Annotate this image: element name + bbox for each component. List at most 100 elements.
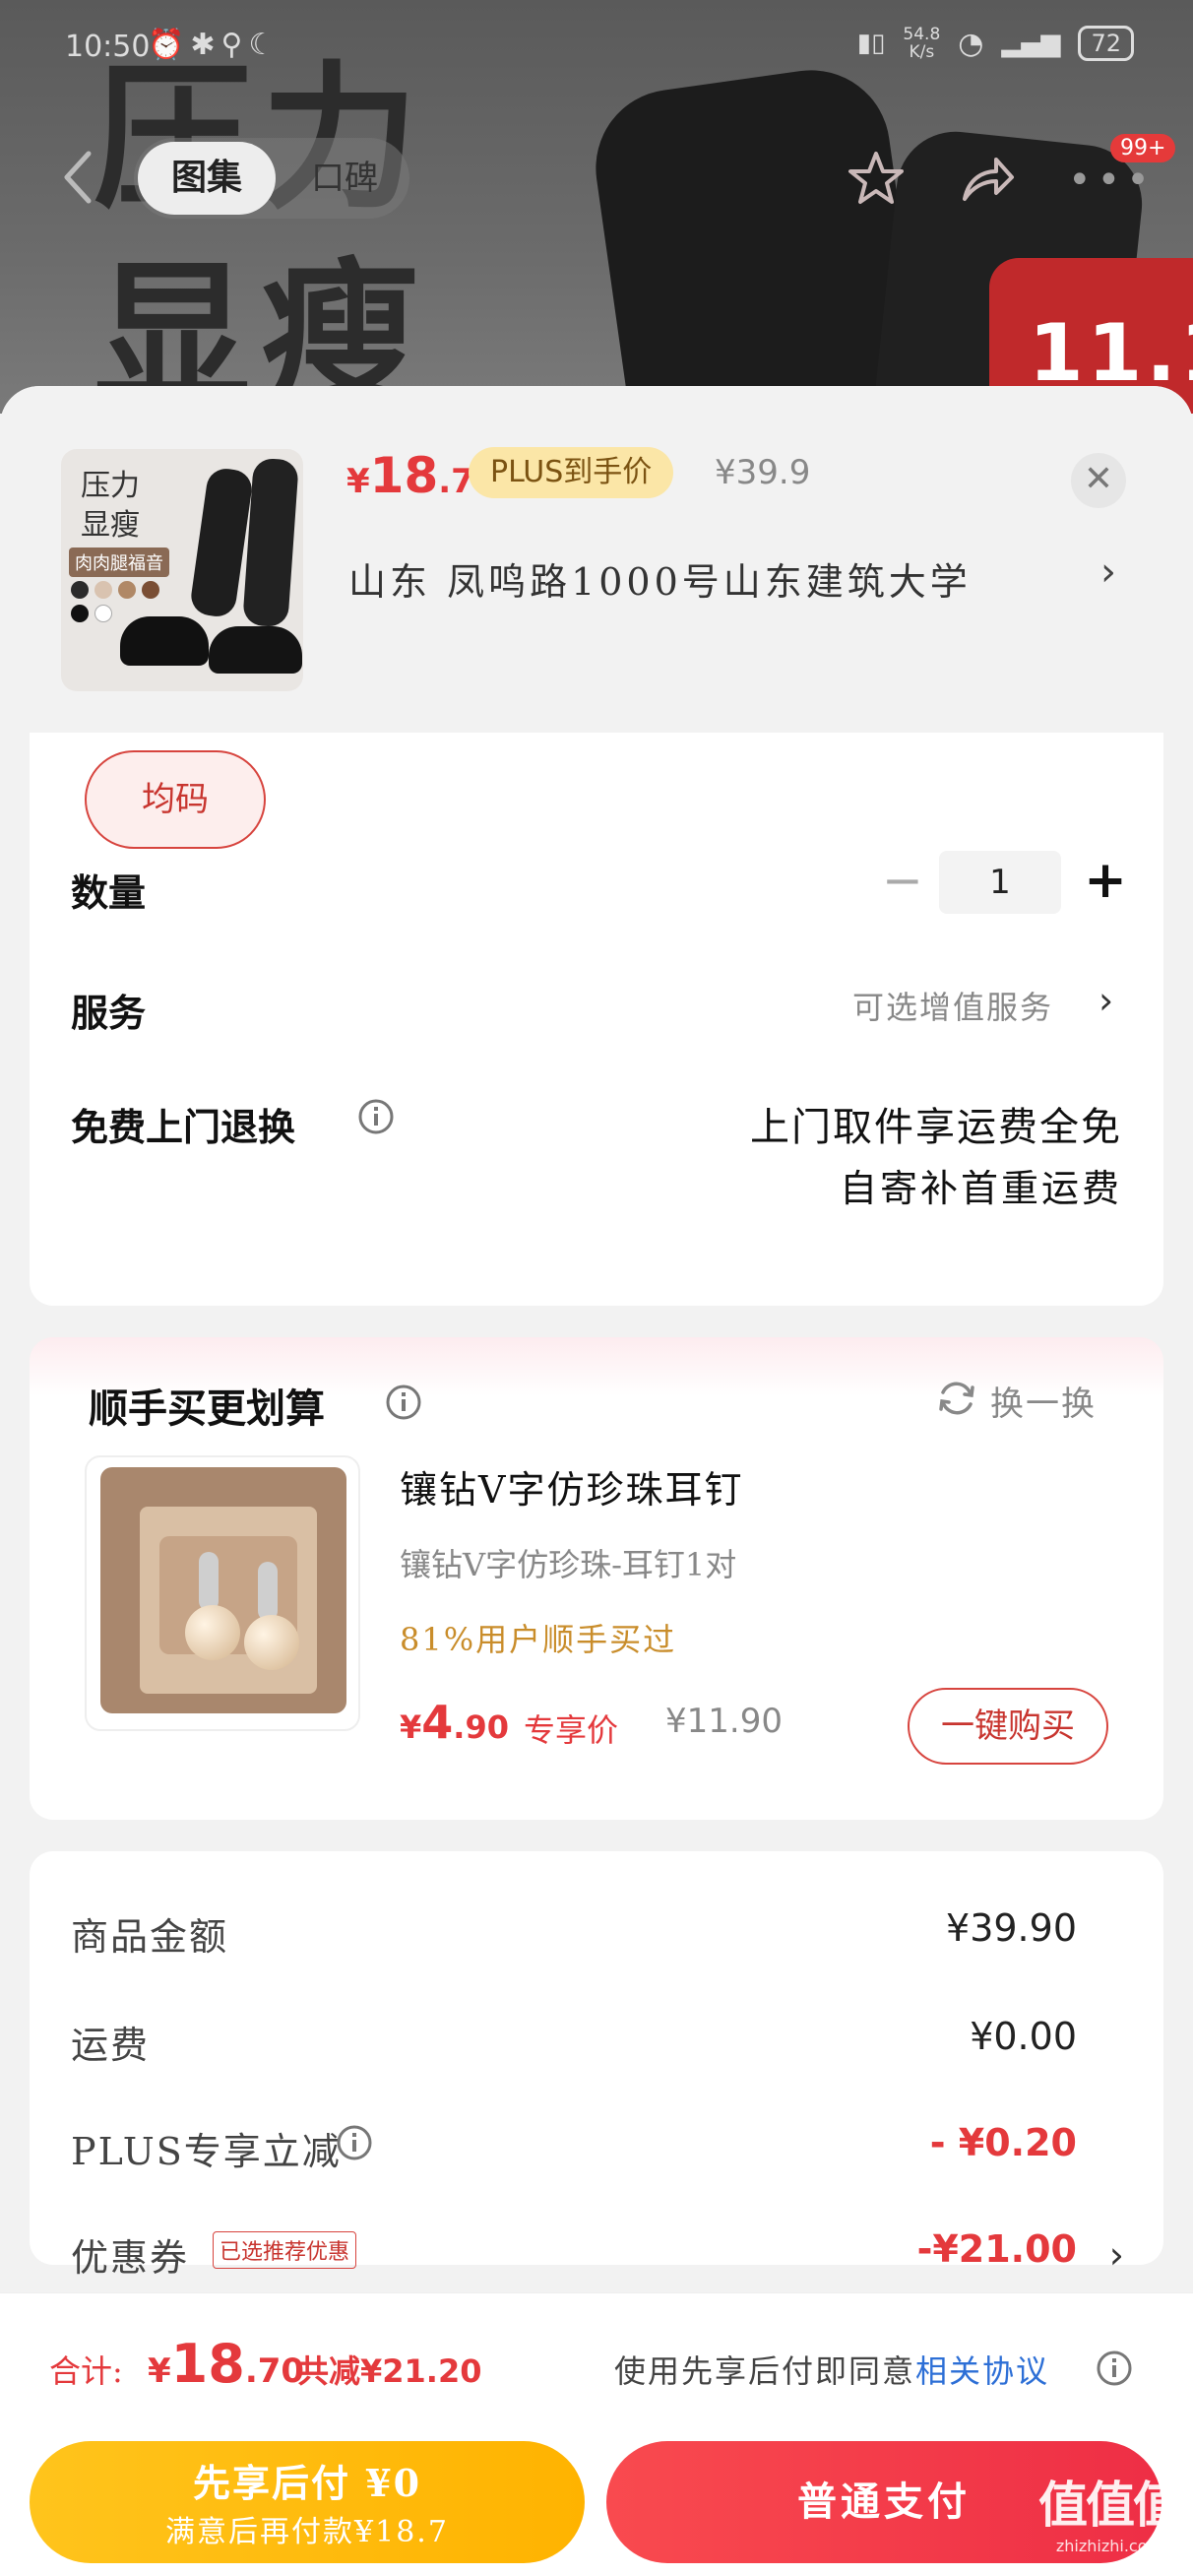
upsell-price-symbol: ¥: [400, 1708, 422, 1746]
plus-price-tag: PLUS到手价: [469, 447, 674, 498]
shipping-value: ¥0.00: [970, 2015, 1077, 2058]
price-integer: 18: [369, 447, 439, 504]
site-watermark: 值值值 zhizhizhi.com: [1036, 2466, 1183, 2564]
back-icon[interactable]: [59, 148, 98, 207]
share-icon[interactable]: [955, 148, 1018, 211]
status-right-group: ▮▯ 54.8 K/s ◔ ▂▄▆ 72: [857, 26, 1134, 61]
free-return-label: 免费上门退换: [71, 1105, 296, 1149]
thumb-tag: 肉肉腿福音: [69, 547, 169, 577]
info-icon[interactable]: [356, 1097, 396, 1136]
total-saved-text: 共减¥21.20: [297, 2352, 482, 2390]
tab-review[interactable]: 口碑: [295, 142, 394, 215]
status-bar: 10:50 ⏰✱⚲☾ ▮▯ 54.8 K/s ◔ ▂▄▆ 72: [0, 0, 1193, 98]
upsell-title: 顺手买更划算: [89, 1385, 325, 1432]
service-hint[interactable]: 可选增值服务: [852, 983, 1053, 1028]
thumb-text-2: 显瘦: [81, 508, 140, 543]
upsell-item-name[interactable]: 镶钻V字仿珍珠耳钉: [400, 1459, 743, 1513]
upsell-social-proof: 81%用户顺手买过: [400, 1621, 677, 1658]
color-swatches: [71, 581, 159, 599]
thumb-shoe-right: [209, 626, 302, 674]
pearl-right: [244, 1615, 299, 1670]
signal-icon: ▮▯: [856, 29, 886, 58]
coupon-recommended-tag: 已选推荐优惠: [213, 2231, 357, 2269]
plus-discount-label: PLUS专享立减: [71, 2130, 342, 2173]
sheet-price: ¥ 18 .7: [346, 447, 474, 504]
info-icon[interactable]: [384, 1383, 423, 1422]
thumb-shoe-left: [120, 616, 209, 666]
chevron-right-icon[interactable]: ›: [1100, 549, 1116, 595]
checkout-bar: 合计: ¥ 18 .70 共减¥21.20 使用先享后付即同意相关协议 先享后付…: [0, 2292, 1193, 2576]
sheet-header: 压力 显瘦 肉肉腿福音 ¥ 18 .7 PLUS到手价 ¥39.9 ✕ 山东 凤…: [0, 386, 1193, 731]
net-speed: 54.8 K/s: [903, 26, 940, 61]
cart-count-badge: 99+: [1110, 134, 1176, 162]
net-speed-value: 54.8: [903, 25, 941, 44]
status-notification-icons: ⏰✱⚲☾: [148, 28, 282, 62]
tab-album[interactable]: 图集: [138, 142, 276, 215]
size-option-chip[interactable]: 均码: [85, 750, 266, 849]
agreement-link[interactable]: 相关协议: [915, 2352, 1049, 2390]
close-icon: ✕: [1083, 459, 1114, 499]
goods-amount-value: ¥39.90: [946, 1906, 1077, 1950]
one-click-buy-button[interactable]: 一键购买: [908, 1688, 1108, 1765]
agreement-text: 使用先享后付即同意相关协议: [614, 2347, 1049, 2392]
swap-button[interactable]: 换一换: [990, 1377, 1097, 1425]
bnpl-title: 先享后付 ¥0: [192, 2461, 422, 2505]
close-button[interactable]: ✕: [1071, 453, 1126, 508]
goods-amount-label: 商品金额: [71, 1915, 229, 1959]
wifi-icon: ◔: [958, 26, 984, 61]
buy-now-pay-later-button[interactable]: 先享后付 ¥0 满意后再付款¥18.7: [30, 2441, 585, 2563]
earring-product-image[interactable]: [85, 1455, 360, 1731]
watermark-logo: 值值值: [1038, 2476, 1182, 2534]
favorite-star-icon[interactable]: [845, 148, 908, 211]
quantity-input[interactable]: 1: [939, 851, 1061, 914]
thumb-text-1: 压力: [81, 469, 140, 503]
watermark-domain: zhizhizhi.com: [1055, 2537, 1163, 2555]
return-self-ship-text: 自寄补首重运费: [839, 1167, 1122, 1210]
delivery-address[interactable]: 山东 凤鸣路1000号山东建筑大学: [348, 551, 972, 606]
chevron-right-icon[interactable]: ›: [1109, 2233, 1124, 2277]
upsell-price-integer: 4: [421, 1696, 454, 1749]
purchase-sheet: 压力 显瘦 肉肉腿福音 ¥ 18 .7 PLUS到手价 ¥39.9 ✕ 山东 凤…: [0, 386, 1193, 2576]
coupon-value[interactable]: -¥21.00: [917, 2227, 1077, 2271]
data-signal-icon: ▂▄▆: [1001, 29, 1061, 58]
refresh-icon[interactable]: [935, 1377, 978, 1420]
pearl-left: [185, 1605, 240, 1660]
price-summary-card: 商品金额 ¥39.90 运费 ¥0.00 PLUS专享立减 - ¥0.20 优惠…: [30, 1851, 1163, 2280]
plus-discount-value: - ¥0.20: [929, 2121, 1077, 2164]
earring-stud-left: [199, 1552, 219, 1611]
upsell-price-decimal: .90: [453, 1708, 509, 1746]
info-icon[interactable]: [335, 2123, 374, 2162]
coupon-label: 优惠券: [71, 2236, 190, 2280]
earring-stud-right: [258, 1562, 278, 1621]
upsell-card: 顺手买更划算 换一换 镶钻V字仿珍珠耳钉 镶钻V字仿珍珠-耳钉1对 81%用户顺…: [30, 1337, 1163, 1820]
upsell-item-spec: 镶钻V字仿珍珠-耳钉1对: [400, 1546, 737, 1583]
upsell-price: ¥ 4 .90: [400, 1696, 509, 1749]
original-price: ¥39.9: [715, 453, 811, 492]
color-swatches-row2: [71, 605, 112, 622]
return-pickup-text: 上门取件享运费全免: [750, 1105, 1122, 1150]
battery-icon: 72: [1078, 26, 1134, 61]
product-thumbnail[interactable]: 压力 显瘦 肉肉腿福音: [61, 449, 303, 691]
agreement-prefix: 使用先享后付即同意: [614, 2352, 916, 2390]
exclusive-price-tag: 专享价: [524, 1711, 619, 1749]
price-symbol: ¥: [346, 462, 370, 501]
status-time: 10:50: [65, 30, 151, 64]
info-icon[interactable]: [1095, 2349, 1134, 2388]
total-price-symbol: ¥: [148, 2351, 171, 2391]
bnpl-subtitle: 满意后再付款¥18.7: [165, 2515, 449, 2549]
net-speed-unit: K/s: [909, 42, 935, 62]
upsell-original-price: ¥11.90: [665, 1702, 783, 1741]
jewelry-box: [100, 1467, 346, 1713]
total-label: 合计:: [49, 2352, 123, 2390]
quantity-decrease-button[interactable]: −: [878, 856, 927, 908]
quantity-increase-button[interactable]: +: [1081, 855, 1130, 908]
chevron-right-icon[interactable]: ›: [1099, 979, 1113, 1022]
total-price: ¥ 18 .70: [148, 2333, 304, 2395]
shipping-label: 运费: [71, 2024, 151, 2067]
total-price-decimal: .70: [244, 2351, 305, 2391]
total-price-integer: 18: [170, 2333, 245, 2395]
options-card: 均码 数量 − 1 + 服务 可选增值服务 › 免费上门退换 上门取件享运费全免…: [30, 733, 1163, 1306]
quantity-label: 数量: [71, 870, 147, 915]
service-label: 服务: [71, 991, 147, 1035]
more-icon[interactable]: •••: [1068, 158, 1150, 221]
